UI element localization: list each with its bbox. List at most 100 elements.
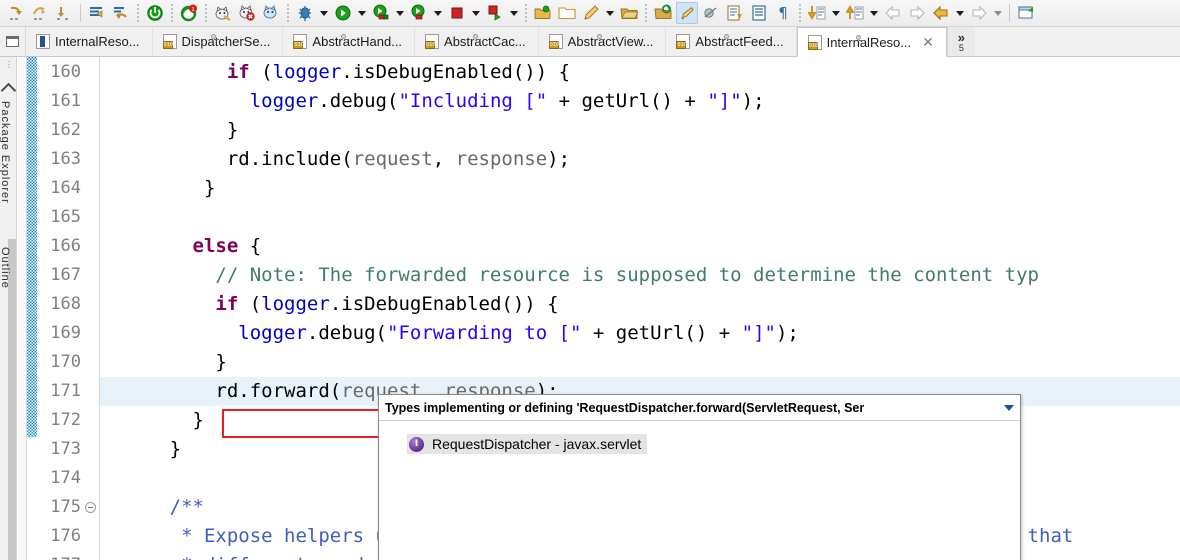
- code-line[interactable]: }: [101, 174, 1180, 203]
- publish-dropdown-icon[interactable]: [507, 2, 520, 24]
- code-token: logger: [249, 90, 319, 112]
- back-icon[interactable]: [930, 2, 952, 24]
- stop-icon[interactable]: [446, 2, 468, 24]
- editor-tab-5[interactable]: 010 AbstractFeed...: [666, 27, 797, 56]
- maven-update-icon[interactable]: 1: [178, 2, 200, 24]
- step-into-icon[interactable]: [53, 2, 75, 24]
- rail-view-label-bottom[interactable]: Outline: [0, 247, 11, 289]
- next-edit-dropdown-icon[interactable]: [867, 2, 880, 24]
- code-token: .debug(: [306, 322, 387, 344]
- new-java-class-dropdown-icon[interactable]: [603, 2, 616, 24]
- search-icon[interactable]: [652, 2, 674, 24]
- new-window-icon[interactable]: [1015, 2, 1037, 24]
- open-type-icon[interactable]: [618, 2, 640, 24]
- toolbar-group-new: [531, 2, 641, 24]
- chevron-down-icon[interactable]: [1002, 395, 1016, 420]
- class-file-icon: 010: [807, 34, 864, 50]
- debug-icon[interactable]: [294, 2, 316, 24]
- terminate-icon[interactable]: [144, 2, 166, 24]
- code-token: + getUrl() +: [547, 90, 708, 112]
- toolbar-separator: [645, 4, 647, 22]
- stop-dropdown-icon[interactable]: [469, 2, 482, 24]
- editor-tab-1[interactable]: 010 DispatcherSe...: [153, 27, 284, 56]
- svg-text:1: 1: [191, 7, 195, 13]
- code-line[interactable]: if (logger.isDebugEnabled()) {: [101, 58, 1180, 87]
- code-token: }: [192, 409, 204, 431]
- tab-close-icon[interactable]: ✕: [922, 35, 934, 49]
- open-task-icon[interactable]: [748, 2, 770, 24]
- new-java-class-icon[interactable]: [580, 2, 602, 24]
- new-folder-icon[interactable]: [556, 2, 578, 24]
- code-token: }: [226, 119, 239, 141]
- editor-tab-0[interactable]: InternalReso...: [26, 27, 153, 56]
- code-token: );: [547, 148, 571, 170]
- fold-toggle-icon[interactable]: [85, 502, 96, 513]
- view-menu-button[interactable]: [0, 27, 26, 56]
- code-line[interactable]: [101, 203, 1180, 232]
- editor-tab-6-selected[interactable]: 010 InternalReso... ✕: [796, 27, 947, 57]
- tomcat-restart-icon[interactable]: [260, 2, 282, 24]
- chevron-up-icon[interactable]: [0, 82, 16, 99]
- run-server-icon[interactable]: [370, 2, 392, 24]
- toggle-breadcrumb-icon[interactable]: [86, 2, 108, 24]
- code-token: logger: [272, 61, 342, 83]
- editor-tab-label: AbstractFeed...: [695, 34, 784, 49]
- toolbar-group-debug-step: [4, 2, 76, 24]
- editor-tab-4[interactable]: 010 AbstractView...: [539, 27, 667, 56]
- external-tools-icon[interactable]: [724, 2, 746, 24]
- code-token: .debug(: [318, 90, 399, 112]
- code-line[interactable]: // Note: The forwarded resource is suppo…: [101, 261, 1180, 290]
- editor-tab-label: InternalReso...: [55, 34, 140, 49]
- step-return-icon[interactable]: [5, 2, 27, 24]
- show-whitespace-icon[interactable]: ¶: [772, 2, 794, 24]
- run-server-dropdown-icon[interactable]: [393, 2, 406, 24]
- debug-dropdown-icon[interactable]: [317, 2, 330, 24]
- code-line[interactable]: rd.include(request, response);: [101, 145, 1180, 174]
- code-line[interactable]: logger.debug("Forwarding to [" + getUrl(…: [101, 319, 1180, 348]
- tomcat-start-icon[interactable]: [212, 2, 234, 24]
- run-icon[interactable]: [332, 2, 354, 24]
- next-edit-icon[interactable]: [844, 2, 866, 24]
- java-file-icon: [36, 34, 50, 49]
- run-dropdown-icon[interactable]: [355, 2, 368, 24]
- code-token: "Including [": [398, 90, 548, 112]
- rail-view-label-top[interactable]: Package Explorer: [0, 101, 11, 204]
- editor-tab-3[interactable]: 010 AbstractCac...: [415, 27, 539, 56]
- minimized-view-rail: ⋮ Package Explorer Outline: [0, 57, 17, 560]
- previous-edit-icon[interactable]: [806, 2, 828, 24]
- code-line[interactable]: }: [101, 116, 1180, 145]
- editor-marker-bar[interactable]: [18, 57, 27, 560]
- highlight-pen-icon[interactable]: [676, 2, 698, 24]
- run-coverage-icon[interactable]: [408, 2, 430, 24]
- line-number: 176: [50, 526, 81, 546]
- tomcat-stop-icon[interactable]: [236, 2, 258, 24]
- type-hierarchy-popup[interactable]: Types implementing or defining 'RequestD…: [378, 394, 1021, 560]
- editor-tab-label: AbstractHand...: [312, 34, 403, 49]
- popup-list-item[interactable]: I RequestDispatcher - javax.servlet: [407, 434, 648, 454]
- code-editor[interactable]: 160 161 162 163 164 165 166 167 168 169 170 171 172 1…: [37, 57, 1180, 560]
- skip-breakpoints-icon[interactable]: [700, 2, 722, 24]
- code-token: );: [741, 90, 765, 112]
- line-number: 164: [50, 178, 81, 198]
- rail-drag-handle[interactable]: ⋮: [5, 61, 13, 69]
- forward-dropdown-icon[interactable]: [991, 2, 1004, 24]
- publish-icon[interactable]: [484, 2, 506, 24]
- next-annotation-icon[interactable]: [110, 2, 132, 24]
- tab-overflow-button[interactable]: » 5: [946, 27, 975, 56]
- back-dropdown-icon[interactable]: [953, 2, 966, 24]
- step-over-icon[interactable]: [29, 2, 51, 24]
- code-line[interactable]: if (logger.isDebugEnabled()) {: [101, 290, 1180, 319]
- line-number: 170: [50, 352, 81, 372]
- code-line[interactable]: }: [101, 348, 1180, 377]
- code-line[interactable]: else {: [101, 232, 1180, 261]
- new-java-package-icon[interactable]: [532, 2, 554, 24]
- previous-edit-dropdown-icon[interactable]: [829, 2, 842, 24]
- code-line[interactable]: logger.debug("Including [" + getUrl() + …: [101, 87, 1180, 116]
- line-number: 172: [50, 410, 81, 430]
- code-token: // Note: The forwarded resource is suppo…: [215, 264, 1039, 286]
- code-token: ,: [432, 148, 456, 170]
- editor-tab-2[interactable]: 010 AbstractHand...: [283, 27, 416, 56]
- run-coverage-dropdown-icon[interactable]: [431, 2, 444, 24]
- line-number: 167: [50, 265, 81, 285]
- editor-tab-label: InternalReso...: [826, 34, 912, 50]
